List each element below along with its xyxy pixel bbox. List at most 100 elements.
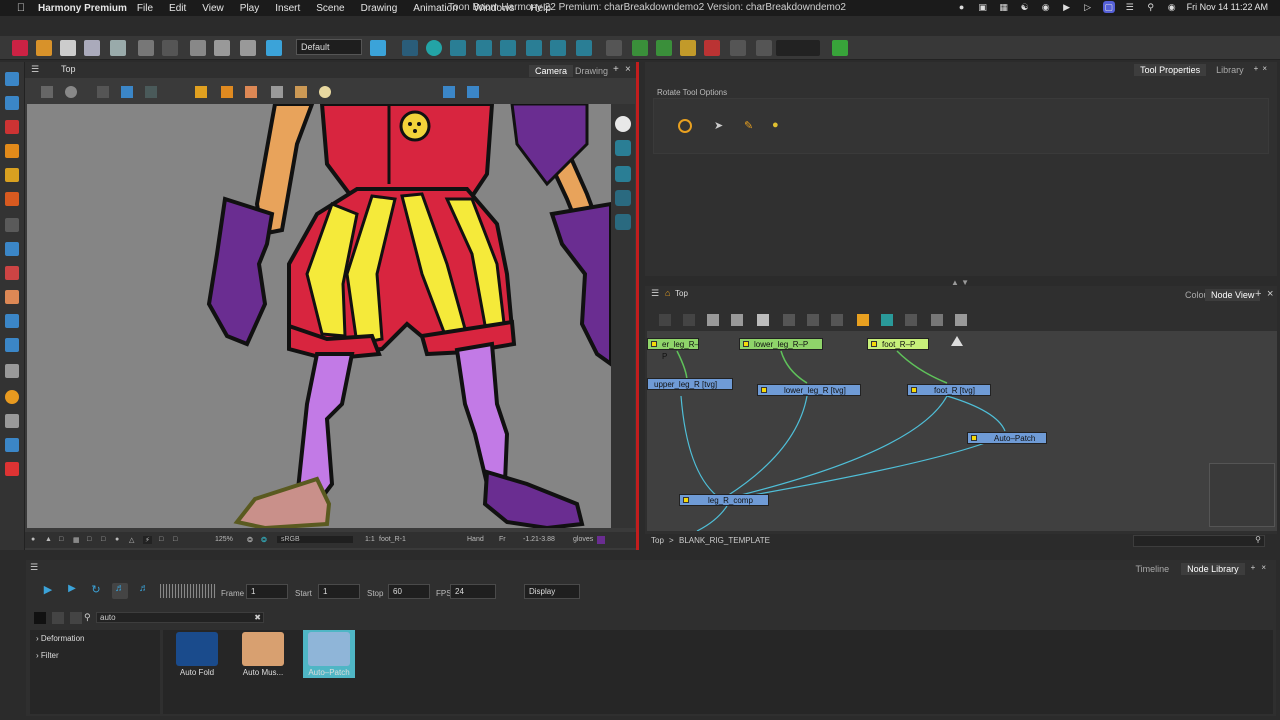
menu-file[interactable]: File	[137, 3, 153, 14]
dropper-tool-icon[interactable]	[5, 290, 19, 304]
camera-viewport[interactable]	[27, 104, 611, 528]
nv-tool-1-icon[interactable]	[659, 314, 671, 326]
window-icon[interactable]: ▦	[998, 1, 1010, 13]
sound-icon[interactable]: ♬	[112, 583, 128, 599]
transform-tool-icon[interactable]	[500, 40, 516, 56]
field-guide-icon[interactable]	[145, 86, 157, 98]
settings-small-icon[interactable]: ❂	[247, 536, 253, 544]
animate-icon[interactable]	[402, 40, 418, 56]
accessibility-icon[interactable]: ☯	[1019, 1, 1031, 13]
brush-preview-icon[interactable]	[245, 86, 257, 98]
tab-drawing[interactable]: Drawing	[569, 65, 614, 77]
node-auto-patch[interactable]: Auto–Patch	[967, 432, 1047, 444]
nv-tool-8-icon[interactable]	[831, 314, 843, 326]
loop-icon[interactable]: ↻	[88, 583, 104, 599]
eraser-tool-icon[interactable]	[5, 168, 19, 182]
brush-small-icon[interactable]: □	[159, 536, 163, 543]
clock[interactable]: Fri Nov 14 11:22 AM	[1187, 2, 1268, 12]
nv-tool-2-icon[interactable]	[683, 314, 695, 326]
node-search-input[interactable]: ⚲	[1133, 535, 1265, 547]
paint-tool-icon[interactable]	[5, 266, 19, 280]
nv-tool-6-icon[interactable]	[783, 314, 795, 326]
frame-input[interactable]: 1	[246, 584, 288, 599]
fx-icon[interactable]: △	[129, 536, 134, 544]
library-search-input[interactable]: auto ✖	[96, 612, 264, 623]
node-navigator[interactable]	[1209, 463, 1275, 527]
node-item-auto-patch[interactable]: Auto–Patch	[303, 630, 355, 678]
breadcrumb-top[interactable]: Top	[651, 536, 664, 545]
lock-icon[interactable]	[756, 40, 772, 56]
panel-menu-icon[interactable]: ☰	[31, 64, 39, 75]
workspace-select[interactable]: Default	[296, 39, 362, 55]
breadcrumb-group[interactable]: BLANK_RIG_TEMPLATE	[679, 536, 770, 545]
contour-editor-icon[interactable]	[5, 96, 19, 110]
frame-icon[interactable]: □	[59, 536, 63, 543]
category-filter[interactable]: › Filter	[36, 651, 59, 660]
scale-tool-icon[interactable]	[450, 40, 466, 56]
copy-icon[interactable]	[214, 40, 230, 56]
light-table-icon[interactable]	[295, 86, 307, 98]
nv-arrange-icon[interactable]	[757, 314, 769, 326]
close-panel-icon[interactable]: ×	[1262, 64, 1267, 76]
import-icon[interactable]	[110, 40, 126, 56]
nv-tool-13-icon[interactable]	[955, 314, 967, 326]
record-icon[interactable]: ●	[956, 1, 968, 13]
stop-input[interactable]: 60	[388, 584, 430, 599]
onion-icon[interactable]	[776, 40, 820, 56]
grid-toggle-icon[interactable]	[97, 86, 109, 98]
panel-menu-icon[interactable]: ☰	[30, 562, 38, 573]
morph-icon[interactable]	[550, 40, 566, 56]
cut-icon[interactable]	[190, 40, 206, 56]
shade-icon[interactable]: ▲	[45, 536, 52, 543]
select-tool-icon[interactable]	[5, 72, 19, 86]
onion-skin-icon[interactable]	[221, 86, 233, 98]
tab-timeline[interactable]: Timeline	[1129, 563, 1175, 575]
bounding-box-icon[interactable]	[680, 40, 696, 56]
skew-tool-icon[interactable]	[476, 40, 492, 56]
onion-small-icon[interactable]: ●	[115, 536, 119, 543]
text-tool-icon[interactable]	[5, 218, 19, 232]
tab-camera[interactable]: Camera	[529, 65, 574, 77]
lock-small-icon[interactable]: □	[101, 536, 105, 543]
node-leg-comp[interactable]: leg_R_comp	[679, 494, 769, 506]
flip-horizontal-icon[interactable]	[443, 86, 455, 98]
peg-select-icon[interactable]: ✎	[744, 119, 758, 133]
apple-icon[interactable]: 	[12, 2, 30, 14]
crop-icon[interactable]: □	[87, 536, 91, 543]
save-icon[interactable]	[60, 40, 76, 56]
menu-view[interactable]: View	[202, 3, 224, 14]
layer-stack-icon[interactable]	[615, 166, 631, 182]
camera-icon[interactable]: ▣	[977, 1, 989, 13]
panel-menu-icon[interactable]: ☰	[651, 288, 659, 299]
add-tab-icon[interactable]: +	[1251, 563, 1256, 575]
screens-icon[interactable]: ▢	[1102, 1, 1115, 13]
pivot-icon[interactable]	[632, 40, 648, 56]
zoom-tool-icon[interactable]	[5, 338, 19, 352]
add-tab-icon[interactable]: +	[613, 64, 619, 75]
tab-node-library[interactable]: Node Library	[1181, 563, 1245, 575]
home-icon[interactable]: ⌂	[665, 288, 670, 298]
play-store-icon[interactable]: ▶	[1061, 1, 1073, 13]
clear-search-icon[interactable]: ✖	[254, 613, 261, 622]
color-space-select[interactable]: sRGB	[277, 536, 353, 543]
menu-scene[interactable]: Scene	[316, 3, 344, 14]
node-foot[interactable]: foot_R [tvg]	[907, 384, 991, 396]
node-upper-leg-peg[interactable]: er_leg_R–P	[647, 338, 699, 361]
edge-icon[interactable]: ◉	[1040, 1, 1052, 13]
reset-icon[interactable]	[704, 40, 720, 56]
tab-node-view[interactable]: Node View	[1205, 289, 1261, 301]
transform-view-icon[interactable]	[5, 414, 19, 428]
eye-icon[interactable]	[615, 116, 631, 132]
open-scene-icon[interactable]	[36, 40, 52, 56]
category-deformation[interactable]: › Deformation	[36, 634, 84, 643]
undo-icon[interactable]	[138, 40, 154, 56]
lightning-icon[interactable]: ⚡	[143, 536, 152, 544]
nv-distribute-icon[interactable]	[731, 314, 743, 326]
tab-tool-properties[interactable]: Tool Properties	[1134, 64, 1207, 76]
nv-peg-icon[interactable]	[881, 314, 893, 326]
lock-drawing-icon[interactable]	[195, 86, 207, 98]
pencil-preview-icon[interactable]	[271, 86, 283, 98]
layer-stack-3-icon[interactable]	[615, 214, 631, 230]
nv-tool-11-icon[interactable]	[905, 314, 917, 326]
node-lower-leg[interactable]: lower_leg_R [tvg]	[757, 384, 861, 396]
